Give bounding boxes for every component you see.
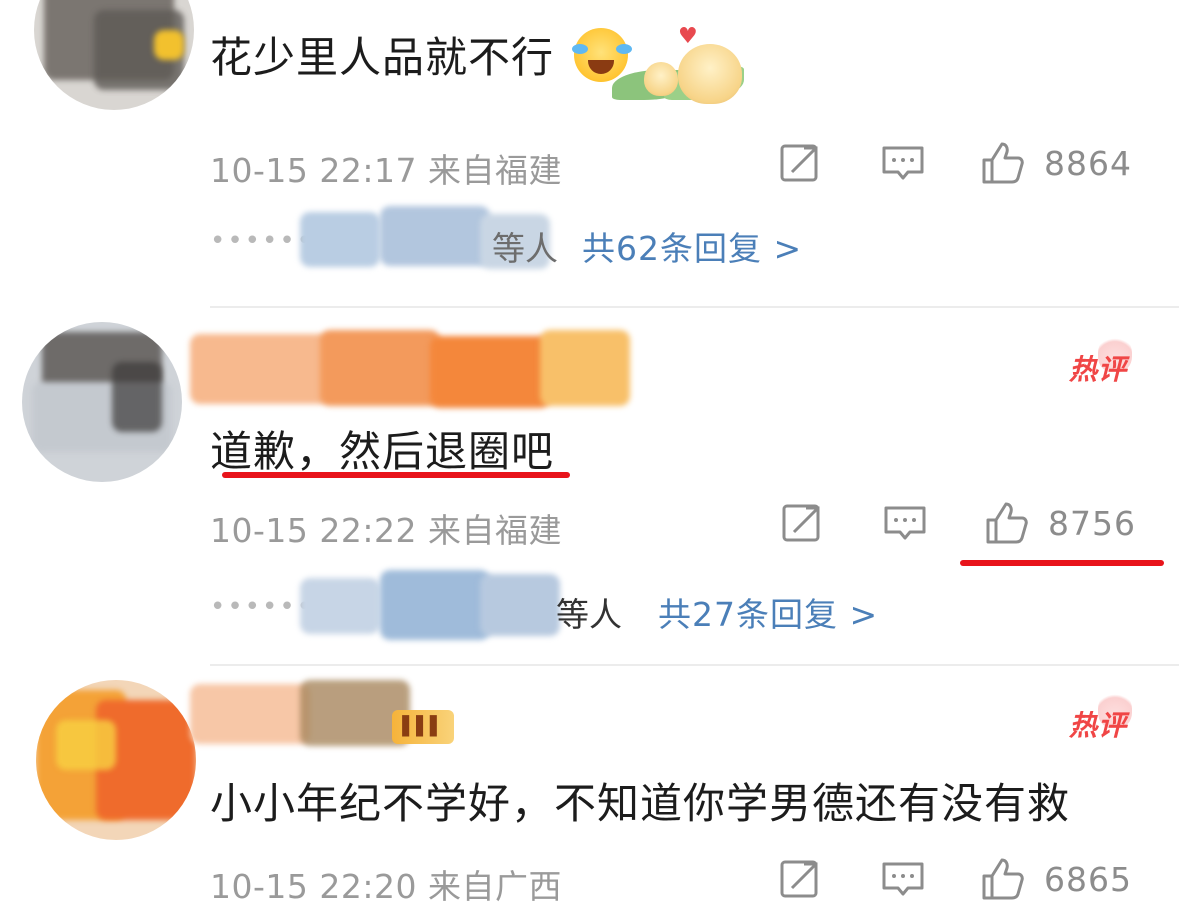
names-suffix: 等人 [492,229,558,268]
thumbs-up-icon[interactable] [980,140,1026,186]
comment-text: 花少里人品就不行 [210,33,555,82]
thumbs-up-icon[interactable] [980,856,1026,902]
like-count: 6865 [1044,860,1132,899]
view-replies-link[interactable]: 共27条回复 > [658,588,878,636]
level-badge-icon: ▌▌▌ [392,710,454,744]
share-icon[interactable] [780,500,826,546]
avatar[interactable] [34,0,194,110]
avatar[interactable] [22,322,182,482]
share-icon[interactable] [778,140,824,186]
annotation-underline [222,472,570,478]
comment-icon[interactable] [882,500,928,546]
avatar[interactable] [36,680,196,840]
zongzi-sticker-icon: ♥ [612,24,752,112]
hot-comment-badge: 热评 [1068,709,1127,742]
comment-text: 小小年纪不学好，不知道你学男德还有没有救 [210,779,1071,828]
thumbs-up-icon[interactable] [984,500,1030,546]
annotation-underline [960,560,1164,566]
comment-text: 道歉，然后退圈吧 [210,427,555,476]
comment-3: ▌▌▌ 热评 小小年纪不学好，不知道你学男德还有没有救 10-15 22:20 … [0,666,1179,907]
redacted-username [190,320,630,420]
reply-summary[interactable]: •••••• 等人 共27条回复 > [210,570,970,640]
redacted-username [190,676,420,756]
comment-icon[interactable] [880,140,926,186]
hot-comment-badge: 热评 [1068,353,1127,386]
like-count: 8756 [1048,504,1136,543]
like-count: 8864 [1044,144,1132,183]
comment-1: 花少里人品就不行 ♥ 10-15 22:17 来自福建 8864 •••••• [0,0,1179,306]
comment-icon[interactable] [880,856,926,902]
redacted-names [290,564,560,650]
comment-2: 热评 道歉，然后退圈吧 10-15 22:22 来自福建 8756 ••••••… [0,308,1179,664]
reply-summary[interactable]: •••••• 等人 共62条回复 > [210,206,910,272]
share-icon[interactable] [778,856,824,902]
view-replies-link[interactable]: 共62条回复 > [582,222,802,270]
names-suffix: 等人 [556,595,622,634]
